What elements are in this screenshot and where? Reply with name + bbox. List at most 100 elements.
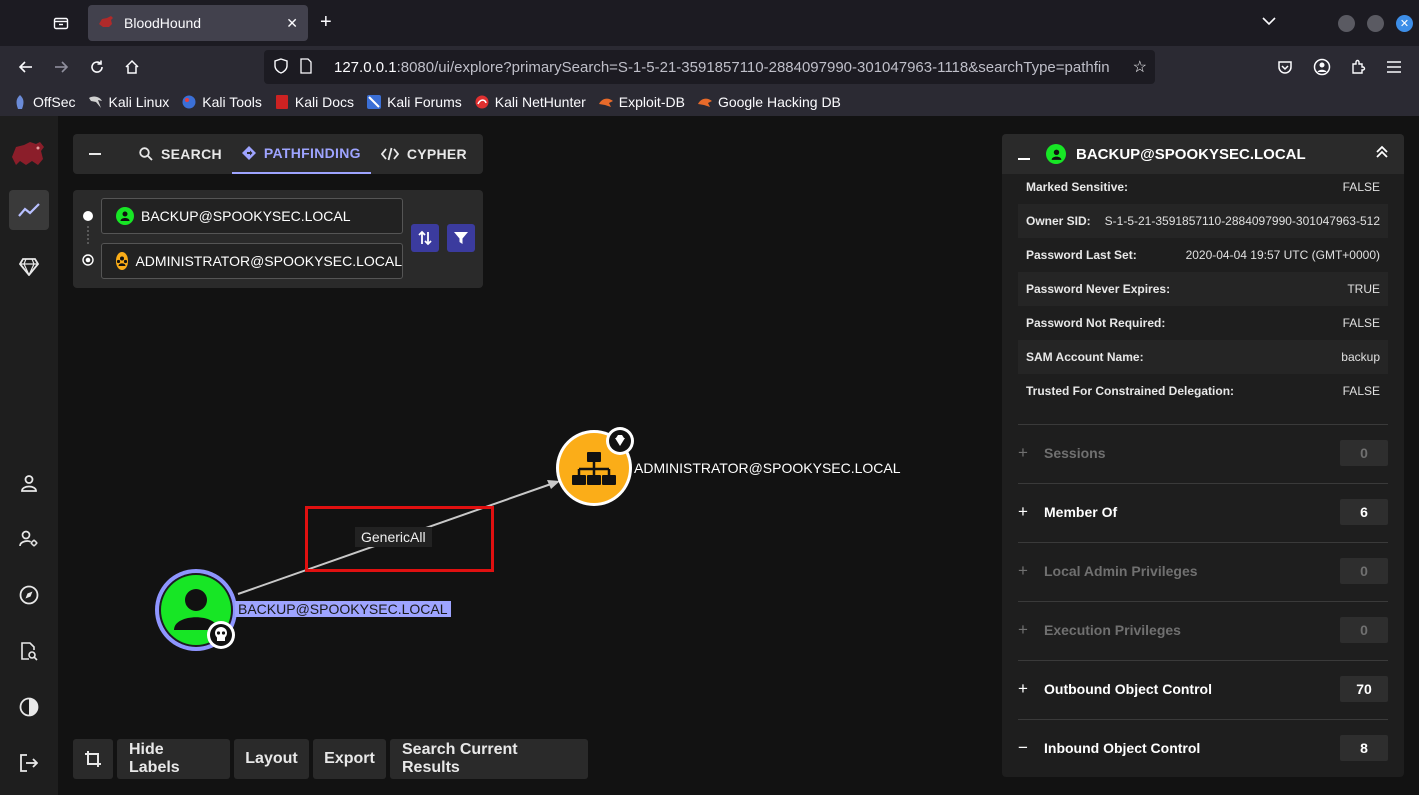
bookmark-exploit-db[interactable]: Exploit-DB	[598, 94, 685, 110]
section-inbound-object-control[interactable]: − Inbound Object Control 8	[1018, 735, 1388, 761]
tab-close-icon[interactable]: ✕	[286, 15, 298, 32]
new-tab-icon[interactable]: +	[320, 11, 332, 34]
browser-tab[interactable]: BloodHound ✕	[88, 5, 308, 41]
user-node-backup[interactable]	[146, 564, 246, 664]
kali-docs-icon	[274, 94, 290, 110]
section-execution-privileges[interactable]: + Execution Privileges 0	[1018, 617, 1388, 643]
entity-details-panel: BACKUP@SPOOKYSEC.LOCAL Marked Sensitive:…	[1002, 134, 1404, 777]
explore-tabs-bar: SEARCH PATHFINDING CYPHER	[73, 134, 483, 174]
search-icon	[139, 147, 153, 161]
maximize-button[interactable]	[1367, 15, 1384, 32]
code-icon	[380, 147, 399, 161]
tracking-shield-icon[interactable]	[274, 57, 290, 77]
section-member-of[interactable]: + Member Of 6	[1018, 499, 1388, 525]
nethunter-icon	[474, 94, 490, 110]
reload-icon[interactable]	[85, 55, 109, 79]
prop-owner-sid: Owner SID: S-1-5-21-3591857110-2884097990…	[1018, 204, 1388, 238]
profile-icon[interactable]	[9, 463, 49, 503]
tab-list-icon[interactable]	[48, 10, 74, 36]
tab-pathfinding[interactable]: PATHFINDING	[231, 134, 371, 174]
divider	[1018, 660, 1388, 661]
bookmark-kali-docs[interactable]: Kali Docs	[274, 94, 354, 110]
prop-marked-sensitive: Marked Sensitive: FALSE	[1026, 180, 1380, 194]
tab-overflow-chevron-icon[interactable]	[1262, 13, 1276, 29]
tab-search[interactable]: SEARCH	[129, 134, 232, 174]
file-search-icon[interactable]	[9, 631, 49, 671]
entity-title: BACKUP@SPOOKYSEC.LOCAL	[1076, 145, 1306, 163]
prop-sam-account-name: SAM Account Name: backup	[1018, 340, 1388, 374]
page-info-icon[interactable]	[300, 57, 316, 77]
bookmark-kali-forums[interactable]: Kali Forums	[366, 94, 462, 110]
pathfinding-icon	[241, 146, 256, 160]
account-icon[interactable]	[1310, 55, 1334, 79]
collapse-search-button[interactable]	[73, 134, 129, 174]
kali-dragon-icon	[88, 94, 104, 110]
divider	[1018, 483, 1388, 484]
swap-nodes-button[interactable]	[411, 224, 439, 252]
user-node-icon	[116, 207, 134, 225]
layout-button[interactable]: Layout	[234, 739, 309, 779]
bookmark-google-hacking-db[interactable]: Google Hacking DB	[697, 94, 841, 110]
bloodhound-logo-icon[interactable]	[9, 134, 49, 174]
bookmark-star-icon[interactable]: ☆	[1133, 57, 1147, 77]
prop-password-never-expires: Password Never Expires: TRUE	[1018, 272, 1388, 306]
explore-nav-icon[interactable]	[9, 190, 49, 230]
pocket-icon[interactable]	[1273, 55, 1297, 79]
search-current-results-button[interactable]: Search Current Results	[390, 739, 588, 779]
user-settings-icon[interactable]	[9, 519, 49, 559]
bookmark-kali-linux[interactable]: Kali Linux	[88, 94, 169, 110]
entity-details-header: BACKUP@SPOOKYSEC.LOCAL	[1002, 134, 1404, 174]
bloodhound-app: GenericAll BACKUP@SPOOKYSEC.LOCAL ADMINI…	[0, 116, 1419, 795]
collapse-panel-icon[interactable]	[1018, 144, 1030, 165]
home-icon[interactable]	[120, 55, 144, 79]
pathfinding-panel: BACKUP@SPOOKYSEC.LOCAL ADMINISTRATOR@SPO…	[73, 190, 483, 288]
group-node-administrator[interactable]	[548, 422, 648, 522]
section-sessions[interactable]: + Sessions 0	[1018, 440, 1388, 466]
crop-fit-button[interactable]	[73, 739, 113, 779]
back-arrow-icon[interactable]	[14, 55, 38, 79]
minimize-button[interactable]	[1338, 15, 1355, 32]
bookmark-kali-tools[interactable]: Kali Tools	[181, 94, 262, 110]
prop-password-not-required: Password Not Required: FALSE	[1026, 316, 1380, 330]
node-label-backup[interactable]: BACKUP@SPOOKYSEC.LOCAL	[235, 601, 451, 617]
expand-plus-icon: +	[1018, 443, 1028, 462]
logout-icon[interactable]	[9, 743, 49, 783]
bookmark-kali-nethunter[interactable]: Kali NetHunter	[474, 94, 586, 110]
start-node-input[interactable]: BACKUP@SPOOKYSEC.LOCAL	[101, 198, 403, 234]
section-outbound-object-control[interactable]: + Outbound Object Control 70	[1018, 676, 1388, 702]
close-window-button[interactable]: ✕	[1396, 15, 1413, 32]
count-badge: 0	[1340, 440, 1388, 466]
divider	[1018, 424, 1388, 425]
filter-icon	[454, 232, 468, 244]
divider	[1018, 542, 1388, 543]
kali-tools-icon	[181, 94, 197, 110]
count-badge: 0	[1340, 558, 1388, 584]
menu-hamburger-icon[interactable]	[1382, 55, 1406, 79]
node-label-administrator[interactable]: ADMINISTRATOR@SPOOKYSEC.LOCAL	[634, 460, 901, 476]
expand-chevrons-icon[interactable]	[1376, 145, 1388, 164]
forward-arrow-icon[interactable]	[49, 55, 73, 79]
expand-plus-icon: +	[1018, 561, 1028, 580]
count-badge: 0	[1340, 617, 1388, 643]
section-local-admin-privileges[interactable]: + Local Admin Privileges 0	[1018, 558, 1388, 584]
url-text[interactable]: 127.0.0.1:8080/ui/explore?primarySearch=…	[334, 59, 1114, 76]
attack-paths-gem-icon[interactable]	[9, 247, 49, 287]
address-bar[interactable]: 127.0.0.1:8080/ui/explore?primarySearch=…	[264, 50, 1155, 84]
kali-forums-icon	[366, 94, 382, 110]
tab-cypher[interactable]: CYPHER	[371, 134, 477, 174]
collapse-minus-icon: −	[1018, 738, 1028, 757]
browser-tab-bar: BloodHound ✕ + ✕	[0, 0, 1419, 46]
bookmark-offsec[interactable]: OffSec	[12, 94, 76, 110]
end-node-input[interactable]: ADMINISTRATOR@SPOOKYSEC.LOCAL	[101, 243, 403, 279]
bloodhound-favicon-icon	[98, 15, 114, 31]
extensions-icon[interactable]	[1346, 55, 1370, 79]
export-button[interactable]: Export	[313, 739, 386, 779]
edge-filter-button[interactable]	[447, 224, 475, 252]
tab-title: BloodHound	[124, 15, 202, 31]
edge-label-genericall[interactable]: GenericAll	[355, 527, 432, 547]
dark-mode-toggle-icon[interactable]	[9, 687, 49, 727]
hide-labels-button[interactable]: Hide Labels	[117, 739, 230, 779]
compass-icon[interactable]	[9, 575, 49, 615]
divider	[1018, 601, 1388, 602]
ghdb-icon	[697, 94, 713, 110]
